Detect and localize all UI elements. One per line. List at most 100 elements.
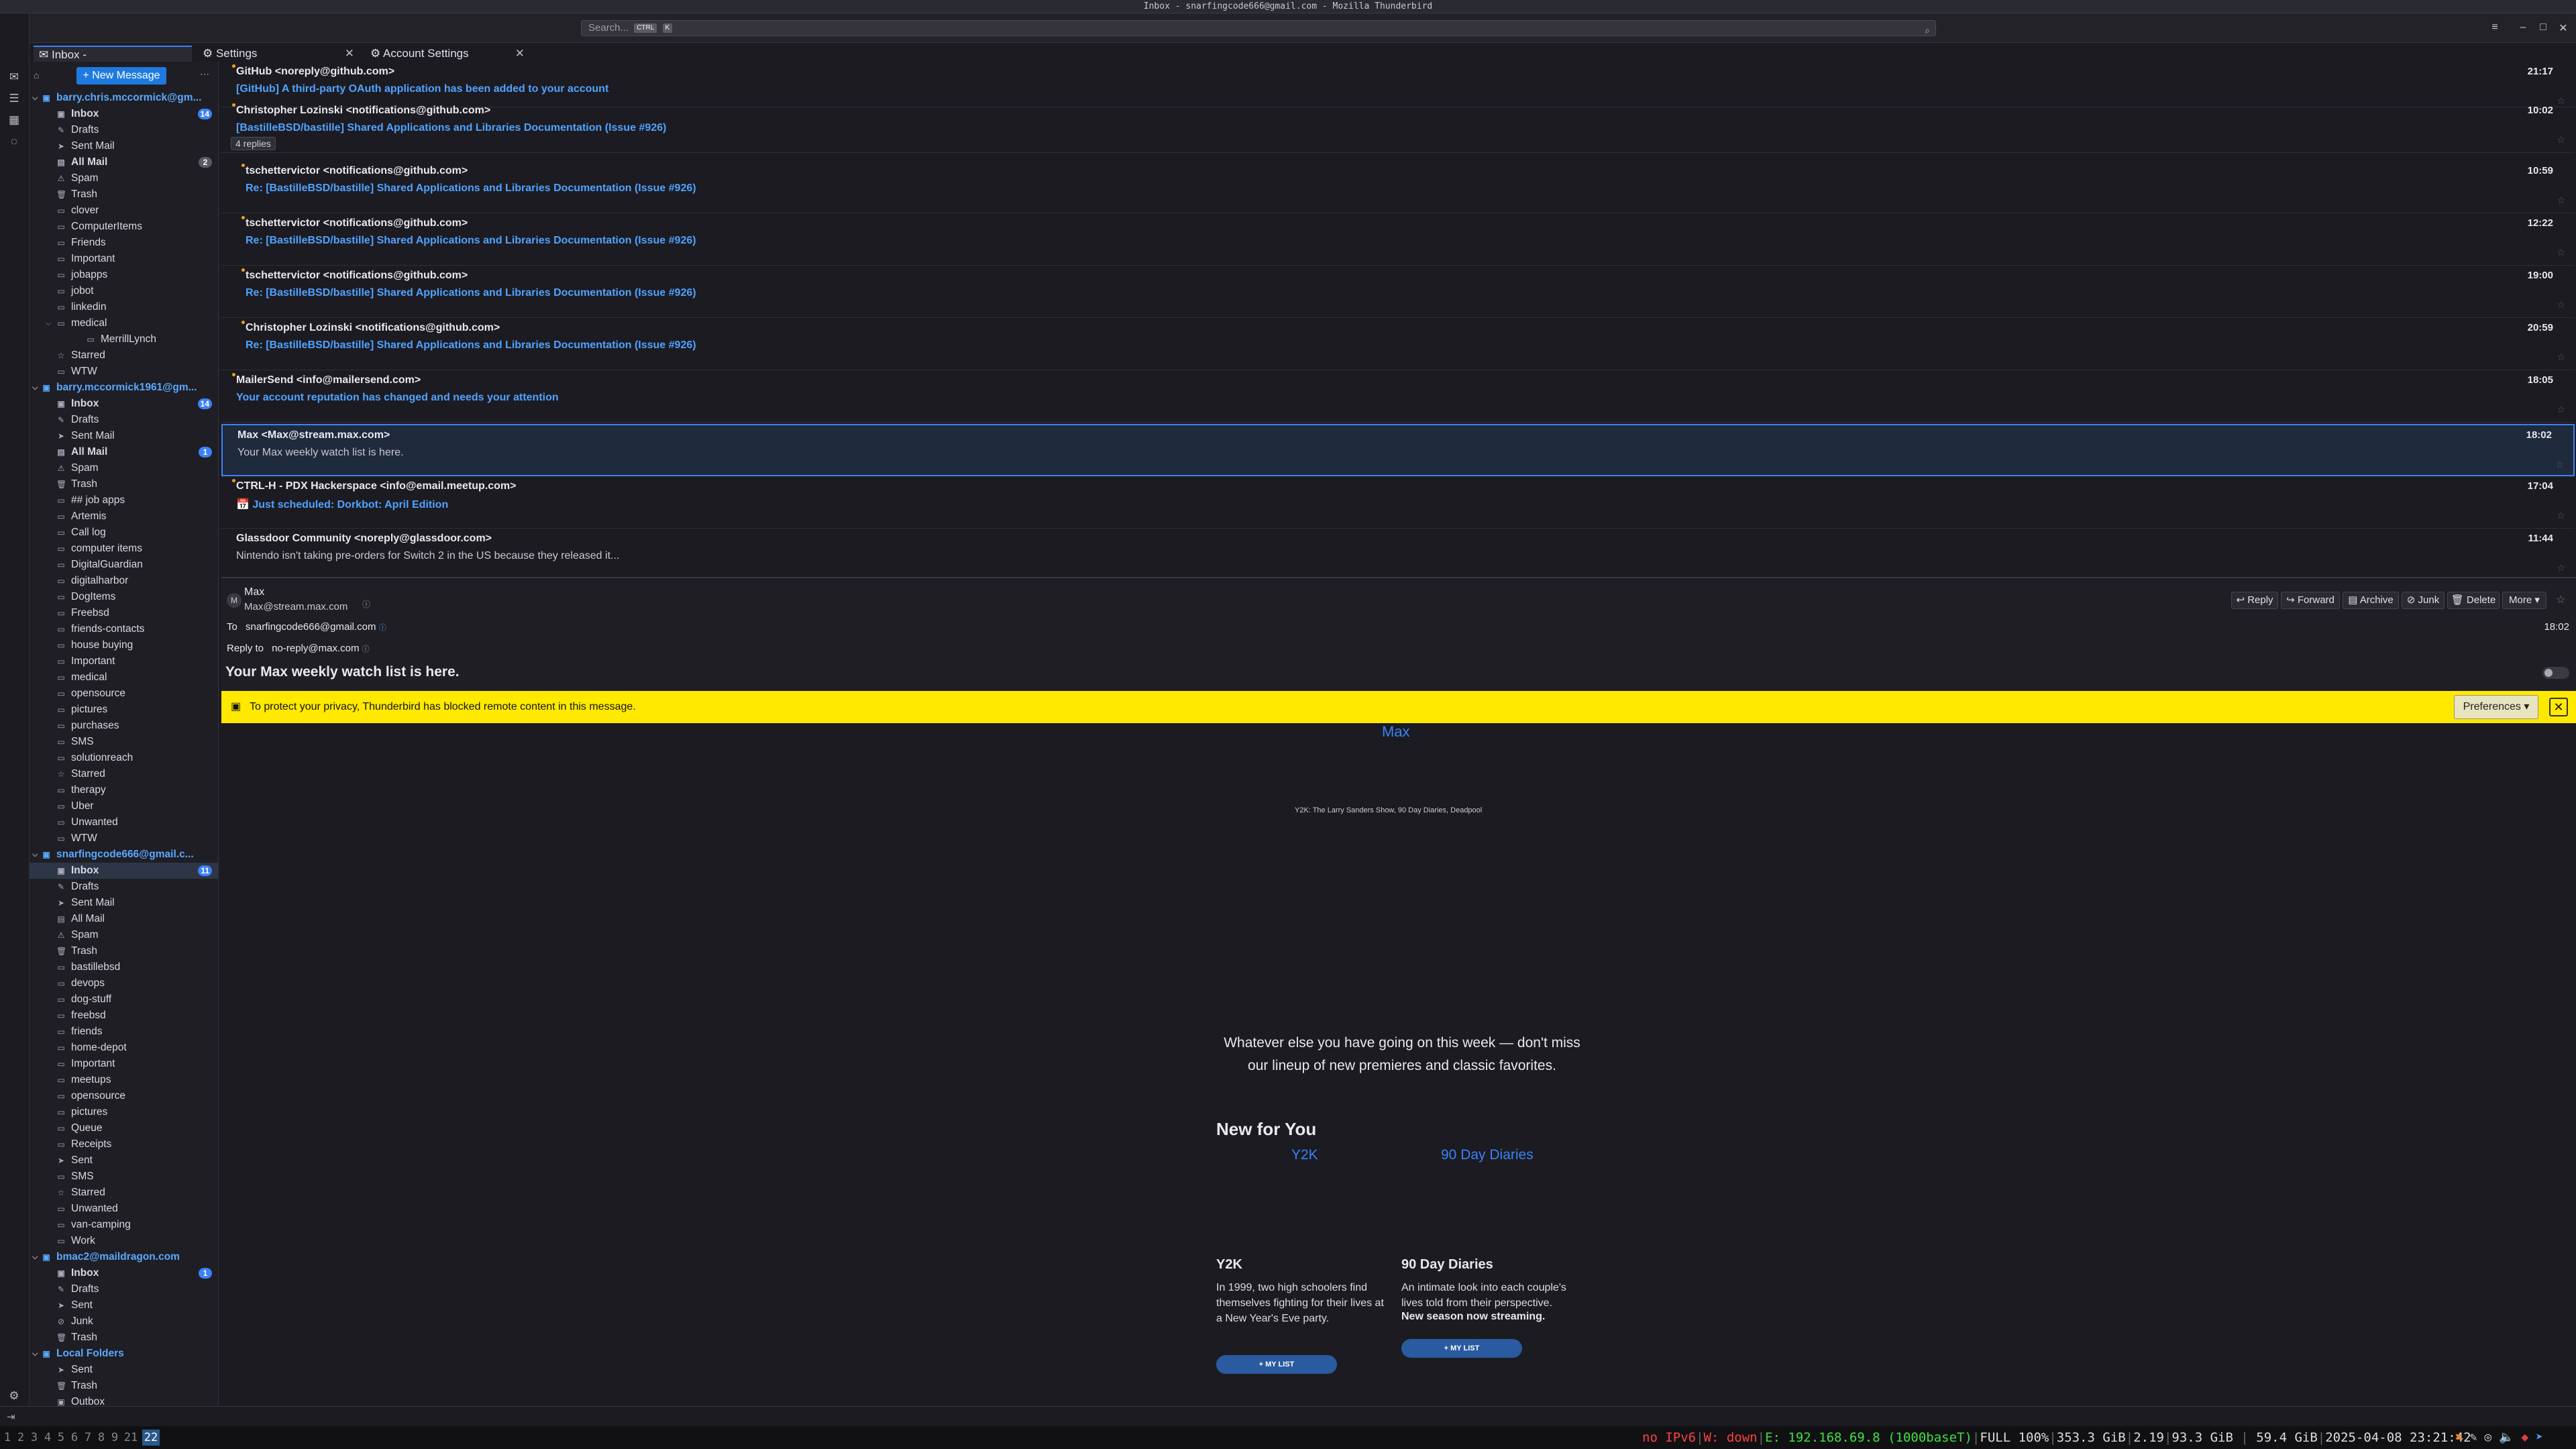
folder-item[interactable]: ▭ freebsd (30, 1008, 218, 1024)
to-address[interactable]: snarfingcode666@gmail.com (246, 621, 376, 633)
folder-mode-icon[interactable]: ⌂ (34, 70, 39, 80)
folder-item[interactable]: ▭ Uber (30, 798, 218, 814)
folder-item[interactable]: 🗑 Trash (30, 1330, 218, 1346)
star-icon[interactable]: ☆ (2557, 510, 2565, 521)
reply-button[interactable]: ↩ Reply (2231, 592, 2278, 609)
chevron-down-icon[interactable]: ⌵ (32, 1249, 38, 1265)
folder-item[interactable]: ▭ SMS (30, 1169, 218, 1185)
folder-item[interactable]: ⊘ Junk (30, 1313, 218, 1330)
hamburger-menu-icon[interactable]: ≡ (2485, 21, 2505, 34)
folder-item[interactable]: 🗑 Trash (30, 186, 218, 203)
tab-settings[interactable]: ⚙ Settings ✕ (197, 46, 358, 62)
folder-item[interactable]: ▭ WTW (30, 830, 218, 847)
folder-item[interactable]: ▭ DigitalGuardian (30, 557, 218, 573)
tab-inbox[interactable]: ✉ Inbox - snarfingcode666@g... (34, 46, 192, 77)
preferences-button[interactable]: Preferences ▾ (2454, 695, 2538, 719)
folder-item[interactable]: ▭ dog-stuff (30, 991, 218, 1008)
account-row[interactable]: ⌵ ▣ barry.mccormick1961@gm... (30, 380, 218, 396)
volume-icon[interactable]: 🔈 (2499, 1430, 2514, 1444)
folder-item[interactable]: ▭ computer items (30, 541, 218, 557)
sender-email[interactable]: Max@stream.max.com (244, 601, 347, 612)
folder-item[interactable]: ▭ Work (30, 1233, 218, 1249)
folder-item[interactable]: ▣ Inbox 11 (30, 863, 218, 879)
message-row[interactable]: Glassdoor Community <noreply@glassdoor.c… (221, 529, 2575, 577)
folder-item[interactable]: ▤ All Mail 2 (30, 154, 218, 170)
folder-item[interactable]: ▭ home-depot (30, 1040, 218, 1056)
star-icon[interactable]: ☆ (2557, 134, 2565, 146)
workspace-button[interactable]: 7 (82, 1430, 94, 1446)
folder-item[interactable]: ▭ linkedin (30, 299, 218, 315)
folder-item[interactable]: ▣ Outbox (30, 1394, 218, 1406)
folder-item[interactable]: ➤ Sent (30, 1362, 218, 1378)
message-row[interactable]: Christopher Lozinski <notifications@gith… (221, 318, 2575, 370)
chevron-down-icon[interactable]: ⌵ (32, 847, 38, 863)
tab-account-settings[interactable]: ⚙ Account Settings ✕ (365, 46, 529, 62)
tray-app-icon[interactable]: ◆ (2521, 1430, 2528, 1444)
folder-item[interactable]: ⚠ Spam (30, 927, 218, 943)
folder-item[interactable]: ▭ SMS (30, 734, 218, 750)
chevron-down-icon[interactable]: ⌵ (32, 90, 38, 106)
close-notification-icon[interactable]: ✕ (2549, 698, 2568, 716)
folder-item[interactable]: ▭ Freebsd (30, 605, 218, 621)
reply-to-address[interactable]: no-reply@max.com (272, 643, 359, 654)
folder-item[interactable]: ▭ friends-contacts (30, 621, 218, 637)
folder-item[interactable]: ▭ medical (30, 669, 218, 686)
folder-item[interactable]: ✎ Drafts (30, 879, 218, 895)
folder-item[interactable]: ▭ Receipts (30, 1136, 218, 1152)
more-button[interactable]: More ▾ (2502, 592, 2546, 609)
thread-replies-toggle[interactable]: 4 replies (231, 137, 276, 150)
account-row[interactable]: ⌵ ▣ barry.chris.mccormick@gm... (30, 90, 218, 106)
folder-item[interactable]: ▭ Artemis (30, 508, 218, 525)
message-row[interactable]: tschettervictor <notifications@github.co… (221, 161, 2575, 213)
search-input[interactable]: Search... CTRL K ⌕ (581, 20, 1936, 36)
new-message-button[interactable]: + New Message (76, 67, 166, 85)
close-tab-icon[interactable]: ✕ (345, 46, 354, 62)
folder-item[interactable]: ▭ ComputerItems (30, 219, 218, 235)
archive-button[interactable]: ▤ Archive (2343, 592, 2399, 609)
forward-button[interactable]: ↪ Forward (2281, 592, 2340, 609)
star-icon[interactable]: ☆ (2556, 593, 2565, 606)
folder-item[interactable]: ▭ ## job apps (30, 492, 218, 508)
folder-item[interactable]: ▭ pictures (30, 1104, 218, 1120)
message-row[interactable]: Christopher Lozinski <notifications@gith… (221, 101, 2575, 153)
account-row[interactable]: ⌵ ▣ bmac2@maildragon.com (30, 1249, 218, 1265)
folder-item[interactable]: ▭ jobapps (30, 267, 218, 283)
folder-item[interactable]: ▭ bastillebsd (30, 959, 218, 975)
close-window-icon[interactable]: ✕ (2553, 21, 2573, 35)
folder-options-icon[interactable]: ⋯ (200, 68, 209, 80)
folder-item[interactable]: ▭ meetups (30, 1072, 218, 1088)
folder-item[interactable]: ▭ house buying (30, 637, 218, 653)
tray-app-icon[interactable]: ✖ (2455, 1430, 2463, 1444)
activity-icon[interactable]: ⇥ (7, 1411, 15, 1423)
folder-item[interactable]: ⚠ Spam (30, 170, 218, 186)
folder-item[interactable]: ▭ solutionreach (30, 750, 218, 766)
folder-item[interactable]: ▭ Important (30, 1056, 218, 1072)
star-icon[interactable]: ☆ (2557, 247, 2565, 258)
max-logo[interactable]: Max (1382, 723, 1410, 741)
folder-item[interactable]: ▣ Inbox 14 (30, 396, 218, 412)
star-icon[interactable]: ☆ (2557, 562, 2565, 574)
star-icon[interactable]: ☆ (2555, 459, 2564, 470)
workspace-button[interactable]: 3 (28, 1430, 40, 1446)
folder-item[interactable]: ▭ MerrillLynch (30, 331, 218, 347)
folder-item[interactable]: ▭ Important (30, 653, 218, 669)
message-row[interactable]: CTRL-H - PDX Hackerspace <info@email.mee… (221, 476, 2575, 529)
star-icon[interactable]: ☆ (2557, 195, 2565, 206)
star-icon[interactable]: ☆ (2557, 299, 2565, 311)
folder-item[interactable]: ▭ Unwanted (30, 1201, 218, 1217)
folder-item[interactable]: ▭ van-camping (30, 1217, 218, 1233)
folder-item[interactable]: ▭ Call log (30, 525, 218, 541)
account-row[interactable]: ⌵ ▣ Local Folders (30, 1346, 218, 1362)
folder-item[interactable]: ▭ purchases (30, 718, 218, 734)
folder-item[interactable]: ▤ All Mail (30, 911, 218, 927)
folder-item[interactable]: ▭ digitalharbor (30, 573, 218, 589)
folder-item[interactable]: ☆ Starred (30, 347, 218, 364)
add-to-list-button[interactable]: + MY LIST (1401, 1339, 1522, 1358)
folder-item[interactable]: ▭ opensource (30, 686, 218, 702)
workspace-button[interactable]: 6 (68, 1430, 80, 1446)
y2k-link[interactable]: Y2K (1291, 1147, 1318, 1163)
message-row[interactable]: tschettervictor <notifications@github.co… (221, 213, 2575, 266)
folder-item[interactable]: ✎ Drafts (30, 412, 218, 428)
chat-icon[interactable]: ◌ (7, 134, 21, 149)
folder-item[interactable]: ➤ Sent (30, 1152, 218, 1169)
